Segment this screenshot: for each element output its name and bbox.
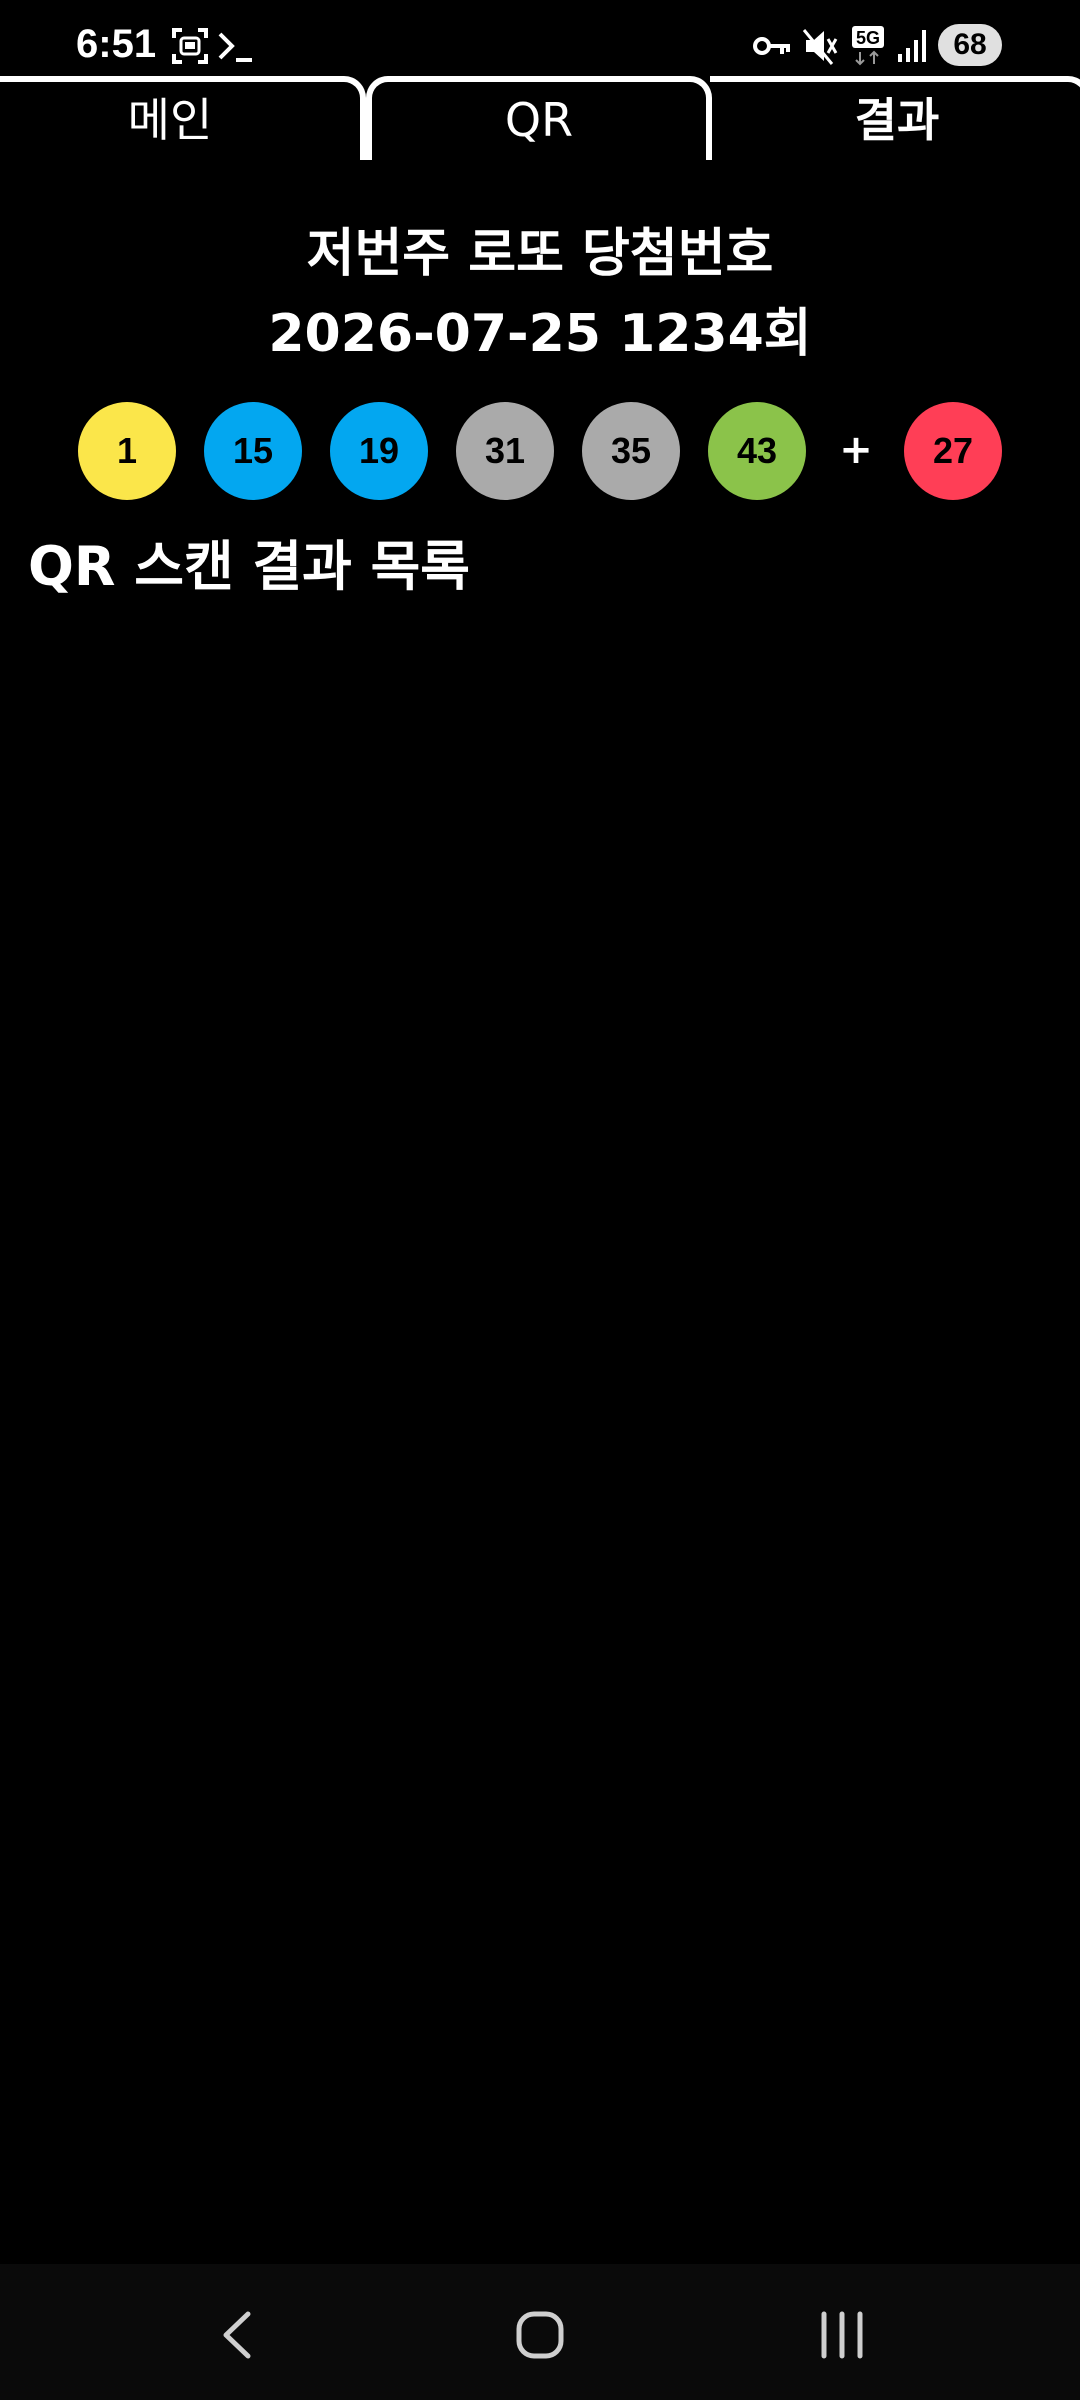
recents-icon[interactable] (802, 2300, 882, 2370)
draw-date-round: 2026-07-25 1234회 (268, 304, 812, 364)
5g-icon: 5G (852, 26, 884, 66)
mute-icon (802, 29, 838, 65)
bonus-plus-sign: + (839, 427, 873, 473)
winning-ball-5: 35 (582, 402, 680, 500)
battery-indicator: 68 (938, 24, 1002, 66)
qr-result-list-title: QR 스캔 결과 목록 (28, 535, 470, 598)
terminal-icon (218, 32, 252, 62)
vpn-key-icon (753, 37, 790, 55)
qr-result-list[interactable] (0, 610, 1080, 2260)
back-icon[interactable] (198, 2300, 278, 2370)
home-icon[interactable] (500, 2300, 580, 2370)
winning-ball-6: 43 (708, 402, 806, 500)
winning-ball-3: 19 (330, 402, 428, 500)
signal-icon (898, 30, 926, 62)
draw-title: 저번주 로또 당첨번호 (306, 224, 774, 284)
screenshot-icon (172, 28, 208, 64)
svg-text:5G: 5G (856, 28, 880, 48)
bonus-ball: 27 (904, 402, 1002, 500)
tab-qr[interactable]: QR (366, 76, 712, 160)
winning-ball-1: 1 (78, 402, 176, 500)
winning-ball-4: 31 (456, 402, 554, 500)
tab-main[interactable]: 메인 (0, 76, 366, 160)
tab-bar: 메인 QR 결과 (0, 76, 1080, 160)
status-time: 6:51 (76, 22, 157, 66)
winning-ball-2: 15 (204, 402, 302, 500)
tab-result[interactable]: 결과 (710, 76, 1080, 160)
